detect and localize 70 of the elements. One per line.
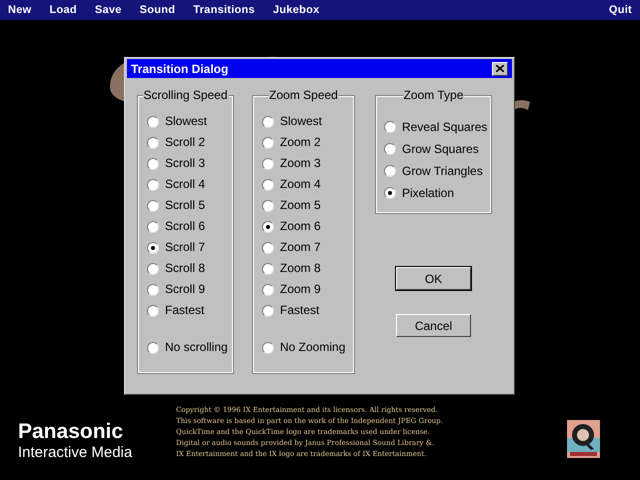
- radio-button[interactable]: [262, 178, 274, 190]
- radio-option[interactable]: Zoom 8: [262, 258, 353, 279]
- radio-option[interactable]: Zoom 7: [262, 237, 353, 258]
- radio-button[interactable]: [147, 116, 159, 128]
- radio-option[interactable]: Pixelation: [384, 182, 490, 204]
- radio-button[interactable]: [384, 187, 396, 199]
- radio-option[interactable]: Slowest: [147, 111, 232, 132]
- radio-button[interactable]: [262, 116, 274, 128]
- radio-option[interactable]: Reveal Squares: [384, 116, 490, 138]
- radio-button[interactable]: [384, 143, 396, 155]
- radio-option[interactable]: Scroll 9: [147, 279, 232, 300]
- radio-option[interactable]: Scroll 8: [147, 258, 232, 279]
- radio-button[interactable]: [147, 242, 159, 254]
- radio-option[interactable]: Scroll 6: [147, 216, 232, 237]
- radio-option[interactable]: Zoom 9: [262, 279, 353, 300]
- group-title: Zoom Type: [402, 88, 464, 103]
- quicktime-logo-icon: [567, 420, 600, 458]
- radio-button[interactable]: [262, 304, 274, 316]
- radio-button[interactable]: [384, 121, 396, 133]
- dialog-button[interactable]: OK: [396, 267, 471, 290]
- menu-item[interactable]: Jukebox: [272, 2, 320, 18]
- group-title: Scrolling Speed: [142, 88, 229, 103]
- radio-option[interactable]: Slowest: [262, 111, 353, 132]
- radio-button[interactable]: [147, 262, 159, 274]
- radio-button[interactable]: [262, 342, 274, 354]
- radio-option[interactable]: Scroll 3: [147, 153, 232, 174]
- radio-option[interactable]: Fastest: [147, 300, 232, 321]
- radio-option[interactable]: Scroll 2: [147, 132, 232, 153]
- window-title: Transition Dialog: [131, 60, 228, 78]
- radio-option[interactable]: Zoom 6: [262, 216, 353, 237]
- menu-item[interactable]: New: [8, 2, 32, 18]
- radio-button[interactable]: [147, 178, 159, 190]
- radio-button[interactable]: [147, 158, 159, 170]
- radio-option[interactable]: Scroll 4: [147, 174, 232, 195]
- radio-button[interactable]: [384, 165, 396, 177]
- menu-item[interactable]: Sound: [140, 2, 176, 18]
- radio-button[interactable]: [262, 158, 274, 170]
- menu-item[interactable]: Transitions: [193, 2, 255, 18]
- radio-button[interactable]: [147, 136, 159, 148]
- radio-button[interactable]: [262, 284, 274, 296]
- radio-button[interactable]: [262, 136, 274, 148]
- menu-item[interactable]: Load: [49, 2, 77, 18]
- radio-button[interactable]: [147, 200, 159, 212]
- radio-button[interactable]: [147, 284, 159, 296]
- radio-button[interactable]: [262, 262, 274, 274]
- radio-option[interactable]: No scrolling: [147, 337, 232, 358]
- radio-option[interactable]: Grow Triangles: [384, 160, 490, 182]
- publisher-subtitle: Interactive Media: [18, 444, 132, 462]
- radio-option[interactable]: Fastest: [262, 300, 353, 321]
- close-icon: [496, 65, 504, 72]
- menu-item[interactable]: Save: [94, 2, 122, 18]
- radio-option[interactable]: Zoom 4: [262, 174, 353, 195]
- dialog-button[interactable]: Cancel: [396, 314, 471, 337]
- radio-option[interactable]: Zoom 5: [262, 195, 353, 216]
- radio-option[interactable]: Grow Squares: [384, 138, 490, 160]
- radio-button[interactable]: [262, 242, 274, 254]
- radio-option[interactable]: No Zooming: [262, 337, 353, 358]
- radio-button[interactable]: [262, 200, 274, 212]
- radio-button[interactable]: [147, 304, 159, 316]
- publisher-name: Panasonic: [18, 420, 124, 444]
- radio-button[interactable]: [147, 342, 159, 354]
- radio-button[interactable]: [147, 220, 159, 232]
- group-title: Zoom Speed: [268, 88, 339, 103]
- menu-item[interactable]: Quit: [608, 2, 632, 18]
- radio-option[interactable]: Zoom 3: [262, 153, 353, 174]
- radio-button[interactable]: [262, 220, 274, 232]
- close-button[interactable]: [492, 62, 508, 76]
- radio-option[interactable]: Scroll 7: [147, 237, 232, 258]
- radio-option[interactable]: Scroll 5: [147, 195, 232, 216]
- radio-option[interactable]: Zoom 2: [262, 132, 353, 153]
